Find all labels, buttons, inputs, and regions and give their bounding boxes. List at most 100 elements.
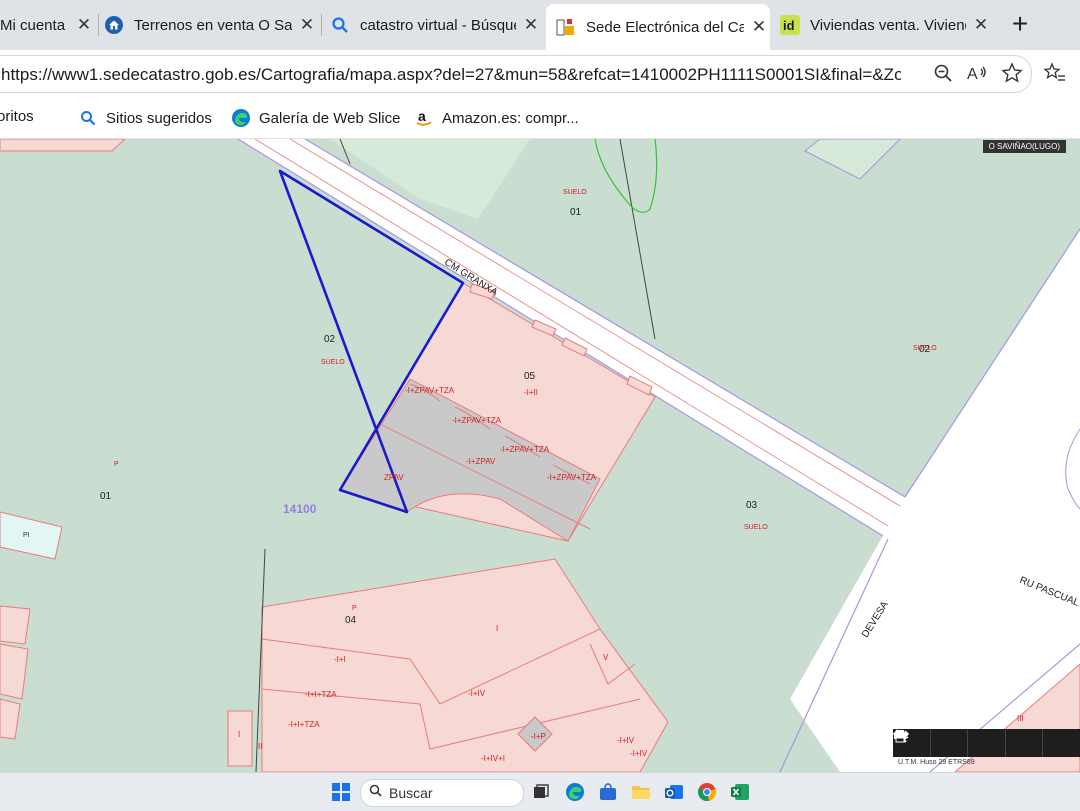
task-view-icon[interactable] bbox=[530, 781, 552, 803]
address-text[interactable]: https://www1.sedecatastro.gob.es/Cartogr… bbox=[1, 65, 901, 85]
cadastral-reference-label: 14100 bbox=[283, 502, 317, 516]
favorites-list-icon[interactable] bbox=[1044, 62, 1066, 84]
measure-icon[interactable] bbox=[893, 729, 1044, 757]
building-label: -I+P bbox=[531, 732, 546, 741]
building-label: -I+ZPAV bbox=[466, 457, 496, 466]
parcel-number-label: 05 bbox=[524, 371, 536, 382]
building-label: -I+IV bbox=[468, 689, 486, 698]
municipality-label: O SAVIÑAO(LUGO) bbox=[982, 140, 1066, 153]
outlook-icon[interactable] bbox=[663, 781, 685, 803]
building-label: I bbox=[496, 624, 499, 633]
tab-label: Viviendas venta. Viviendas bbox=[810, 16, 966, 34]
building-label: -I+ZPAV+TZA bbox=[500, 445, 550, 454]
land-use-label: SUELO bbox=[321, 359, 345, 366]
store-icon[interactable] bbox=[597, 781, 619, 803]
print-icon[interactable] bbox=[894, 729, 1080, 757]
search-label: Buscar bbox=[389, 785, 433, 801]
building-label: -I+ZPAV+TZA bbox=[405, 386, 455, 395]
land-use-label: SUELO bbox=[913, 345, 937, 352]
house-icon bbox=[104, 15, 124, 35]
amazon-icon: a bbox=[414, 108, 434, 128]
favorite-sitios-sugeridos[interactable]: Sitios sugeridos bbox=[78, 108, 212, 128]
parcel-number-label: 03 bbox=[746, 500, 758, 511]
favorite-web-slice[interactable]: Galería de Web Slice bbox=[231, 108, 400, 128]
building-label: I bbox=[238, 730, 241, 739]
parcel-number-label: 02 bbox=[324, 334, 336, 345]
search-icon bbox=[330, 15, 350, 35]
tab-label: Mi cuenta bbox=[0, 16, 66, 34]
layers-icon[interactable] bbox=[893, 729, 1006, 757]
edge-icon bbox=[231, 108, 251, 128]
search-icon bbox=[78, 108, 98, 128]
building-label: -I+II bbox=[524, 388, 539, 397]
land-use-label: P bbox=[352, 605, 357, 612]
building-label: -I+IV bbox=[617, 736, 635, 745]
building-label: ZPAV bbox=[384, 473, 404, 482]
map-canvas[interactable] bbox=[0, 139, 1080, 772]
tab-terrenos[interactable]: Terrenos en venta O Saviñao ✕ bbox=[104, 6, 318, 44]
tab-catastro-virtual[interactable]: catastro virtual - Búsqueda ✕ bbox=[330, 6, 542, 44]
catastro-icon bbox=[556, 17, 576, 37]
zoom-icon[interactable] bbox=[894, 729, 969, 757]
address-toolbar: https://www1.sedecatastro.gob.es/Cartogr… bbox=[0, 50, 1080, 98]
building-label: III bbox=[1017, 714, 1024, 723]
building-top-left bbox=[0, 139, 126, 152]
map-toolbar bbox=[893, 729, 1080, 757]
close-icon[interactable]: ✕ bbox=[520, 15, 542, 35]
land-use-label: P bbox=[114, 461, 119, 468]
building-label: -I+IV bbox=[630, 749, 648, 758]
tab-label: Terrenos en venta O Saviñao bbox=[134, 16, 292, 34]
building-label: -I+IV+I bbox=[481, 754, 506, 763]
close-icon[interactable]: ✕ bbox=[970, 15, 992, 35]
svg-text:a: a bbox=[418, 109, 426, 124]
close-icon[interactable]: ✕ bbox=[73, 15, 95, 35]
explorer-icon[interactable] bbox=[630, 781, 652, 803]
building-label: -I+I bbox=[334, 655, 346, 664]
tab-viviendas[interactable]: id Viviendas venta. Viviendas ✕ bbox=[780, 6, 992, 44]
building-label: -I+ZPAV+TZA bbox=[547, 473, 597, 482]
close-icon[interactable]: ✕ bbox=[296, 15, 318, 35]
tab-separator bbox=[321, 14, 322, 36]
taskbar: Buscar bbox=[0, 772, 1080, 811]
cadastral-map[interactable]: CM GRANXA DEVESA RU PASCUAL 01 02 05 03 04 01 02 1… bbox=[0, 139, 1080, 772]
parcel-number-label: 01 bbox=[570, 207, 582, 218]
favorites-label: oritos bbox=[0, 108, 34, 125]
building-label: -I+I+TZA bbox=[288, 720, 320, 729]
tab-sede-electronica[interactable]: Sede Electrónica del Catastro ✕ bbox=[546, 4, 770, 50]
building-label: -I+I+TZA bbox=[305, 690, 337, 699]
parcel-number-label: 04 bbox=[345, 615, 357, 626]
excel-icon[interactable] bbox=[729, 781, 751, 803]
zoom-icon[interactable] bbox=[932, 62, 954, 84]
chrome-icon[interactable] bbox=[696, 781, 718, 803]
svg-text:id: id bbox=[783, 18, 795, 33]
building-left-1 bbox=[0, 605, 31, 645]
read-aloud-icon[interactable]: A bbox=[967, 62, 989, 84]
parcel-number-label: 01 bbox=[100, 491, 112, 502]
land-use-label: SUELO bbox=[563, 189, 587, 196]
favorite-star-icon[interactable] bbox=[1001, 62, 1023, 84]
idealista-icon: id bbox=[780, 15, 800, 35]
search-icon bbox=[369, 784, 382, 800]
taskbar-search[interactable]: Buscar bbox=[360, 779, 524, 807]
windows-icon[interactable] bbox=[330, 781, 352, 803]
address-bar[interactable]: https://www1.sedecatastro.gob.es/Cartogr… bbox=[0, 55, 1032, 93]
land-use-label: SUELO bbox=[744, 524, 768, 531]
svg-text:A: A bbox=[967, 66, 978, 83]
favorites-bar: oritos Sitios sugeridos Galería de Web S… bbox=[0, 98, 1080, 139]
new-tab-button[interactable]: + bbox=[1004, 9, 1036, 41]
favorite-amazon[interactable]: a Amazon.es: compr... bbox=[414, 108, 579, 128]
tab-label: catastro virtual - Búsqueda bbox=[360, 16, 516, 34]
favorites-folder[interactable]: oritos bbox=[0, 108, 34, 125]
tab-label: Sede Electrónica del Catastro bbox=[586, 18, 744, 36]
tab-bar: Mi cuenta ✕ Terrenos en venta O Saviñao … bbox=[0, 0, 1080, 50]
favorite-label: Galería de Web Slice bbox=[259, 109, 401, 127]
utm-label: U.T.M. Huso 29 ETRS89 bbox=[898, 759, 975, 766]
close-icon[interactable]: ✕ bbox=[748, 17, 770, 37]
building-label: II bbox=[258, 742, 263, 751]
tab-mi-cuenta[interactable]: Mi cuenta ✕ bbox=[0, 6, 95, 44]
edge-icon[interactable] bbox=[564, 781, 586, 803]
tab-separator bbox=[98, 14, 99, 36]
favorite-label: Amazon.es: compr... bbox=[442, 109, 579, 127]
building-label: V bbox=[603, 653, 609, 662]
land-use-label: PI bbox=[23, 532, 30, 539]
